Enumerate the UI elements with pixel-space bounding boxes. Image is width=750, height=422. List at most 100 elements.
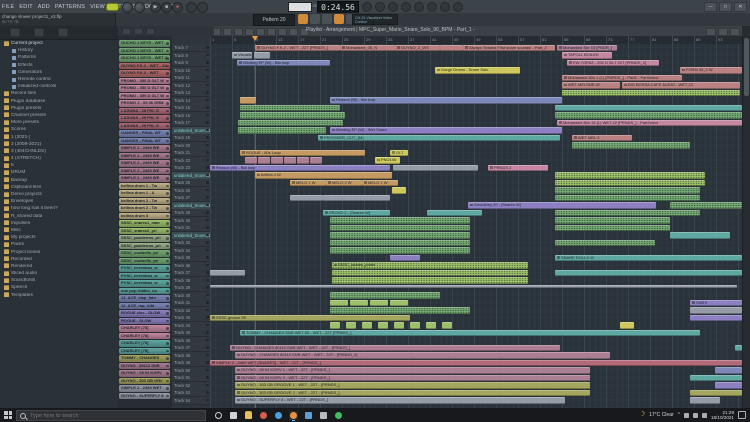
playlist-clip[interactable]: MELO 1 W: [362, 180, 398, 187]
channel-mute-led[interactable]: [166, 395, 169, 398]
playlist-clip[interactable]: [330, 292, 440, 299]
channel-button[interactable]: ROGUE - SLOW: [119, 318, 170, 325]
playlist-clip[interactable]: [210, 270, 245, 277]
channel-button[interactable]: GUCHO 1 KEYS - WET 2: [119, 55, 170, 62]
playlist-clip[interactable]: SSSC groove 90: [210, 315, 410, 322]
playlist-clip[interactable]: [572, 142, 690, 149]
playlist-clip[interactable]: [394, 322, 404, 329]
playlist-clip[interactable]: GUYNO - CHANGES 80110 SNR WET - WET - 22…: [235, 352, 610, 359]
channel-mute-led[interactable]: [166, 230, 169, 233]
playlist-clip[interactable]: [390, 255, 420, 262]
channel-button[interactable]: SSSC_cowbells_pri: [119, 250, 170, 257]
playlist-clip[interactable]: ROGUE - 80s Loop: [240, 150, 365, 157]
playlist-clip[interactable]: GUYNO - 08 04 KGRV 1 - WET - 22T - [PRND…: [235, 367, 590, 374]
playlist-clip[interactable]: [240, 105, 340, 112]
playlist-clip[interactable]: [555, 270, 742, 277]
playlist-clip[interactable]: SNRS: [690, 300, 742, 307]
metronome-icon[interactable]: [427, 2, 437, 12]
channel-mute-led[interactable]: [166, 215, 169, 218]
playlist-clip[interactable]: [310, 157, 322, 164]
track-mute-icon[interactable]: [206, 181, 209, 184]
playlist-clip[interactable]: [271, 157, 283, 164]
track-header-lock-icon[interactable]: [134, 28, 143, 35]
volume-mixer-icon[interactable]: [319, 411, 328, 420]
playlist-clip[interactable]: [240, 97, 256, 104]
channel-button[interactable]: SSSC_pandeiros_pri: [119, 235, 170, 242]
channel-mute-led[interactable]: [166, 260, 169, 263]
playlist-clip[interactable]: Mohawked Snr 15 [PNDR_]: [557, 45, 617, 52]
playlist-clip[interactable]: [715, 367, 742, 374]
channel-mute-led[interactable]: [166, 252, 169, 255]
channel-mute-led[interactable]: [166, 132, 169, 135]
menu-edit[interactable]: EDIT: [19, 4, 32, 10]
channel-button[interactable]: ROGUE elec - SLOW: [119, 310, 170, 317]
channel-button[interactable]: PROMO - 350 D GLT W: [119, 85, 170, 92]
channel-mute-led[interactable]: [166, 357, 169, 360]
slice-tool-icon[interactable]: [267, 28, 276, 36]
track-mute-icon[interactable]: [206, 204, 209, 207]
track-mute-icon[interactable]: [206, 211, 209, 214]
track-header-menu-icon[interactable]: [122, 28, 131, 35]
playlist-clip[interactable]: [254, 52, 270, 59]
playlist-clip[interactable]: [555, 240, 655, 247]
menu-file[interactable]: FILE: [2, 4, 14, 10]
playlist-clip[interactable]: [690, 390, 742, 397]
playlist-clip[interactable]: [332, 270, 528, 277]
playlist-clip[interactable]: [410, 322, 420, 329]
browser-item[interactable]: Sliced audio: [0, 270, 118, 277]
browser-item[interactable]: Packs: [0, 241, 118, 248]
channel-button[interactable]: 12_ACE_clap_fabr: [119, 295, 170, 302]
track-mute-icon[interactable]: [206, 376, 209, 379]
channel-button[interactable]: bellina drum 3: [119, 213, 170, 220]
browser-item[interactable]: Effects: [0, 62, 118, 69]
start-button[interactable]: [4, 411, 12, 419]
track-mute-icon[interactable]: [206, 369, 209, 372]
channel-mute-led[interactable]: [166, 275, 169, 278]
channel-mute-led[interactable]: [166, 117, 169, 120]
playlist-clip[interactable]: [284, 157, 296, 164]
tray-pen-icon[interactable]: [684, 413, 689, 418]
track-mute-icon[interactable]: [206, 316, 209, 319]
browser-item[interactable]: Plugin presets: [0, 105, 118, 112]
track-mute-icon[interactable]: [206, 271, 209, 274]
playlist-clip[interactable]: [442, 322, 452, 329]
playlist-clip[interactable]: Always Twisted First snare sounds! - Par…: [463, 45, 555, 52]
playlist-clip[interactable]: bellina 4 W: [255, 172, 392, 179]
browser-tab-samples-icon[interactable]: [58, 28, 68, 37]
track-mute-icon[interactable]: [206, 399, 209, 402]
playlist-clip[interactable]: [330, 217, 470, 224]
track-mute-icon[interactable]: [206, 129, 209, 132]
browser-item[interactable]: History: [0, 47, 118, 54]
track-mute-icon[interactable]: [206, 226, 209, 229]
playlist-clip[interactable]: [238, 120, 343, 127]
playlist-clip[interactable]: [245, 157, 257, 164]
browser-item[interactable]: R_shared data: [0, 213, 118, 220]
track-mute-icon[interactable]: [206, 114, 209, 117]
track-mute-icon[interactable]: [206, 151, 209, 154]
playlist-clip[interactable]: [362, 322, 372, 329]
playlist-clip[interactable]: [346, 322, 356, 329]
taskbar-clock[interactable]: 21:29 18/10/2021: [711, 410, 734, 420]
channel-button[interactable]: SSSC_snares2_pri: [119, 228, 170, 235]
track-mute-icon[interactable]: [206, 69, 209, 72]
track-mute-icon[interactable]: [206, 219, 209, 222]
track-mute-icon[interactable]: [206, 121, 209, 124]
select-tool-icon[interactable]: [278, 28, 287, 36]
track-mute-icon[interactable]: [206, 361, 209, 364]
track-mute-icon[interactable]: [206, 279, 209, 282]
spotify-icon[interactable]: [334, 411, 343, 420]
channel-button[interactable]: bellina drum 2 - Tw: [119, 198, 170, 205]
channel-button[interactable]: bellina drum 1 - A: [119, 190, 170, 197]
file-explorer-icon[interactable]: [244, 411, 253, 420]
track-mute-icon[interactable]: [206, 106, 209, 109]
channel-button[interactable]: CHARLEY [78]: [119, 348, 170, 355]
track-mute-icon[interactable]: [206, 294, 209, 297]
channel-button[interactable]: PROMO 2 - 05 06 GRM: [119, 100, 170, 107]
track-mute-icon[interactable]: [206, 136, 209, 139]
playlist-clip[interactable]: [210, 285, 737, 288]
playlist-clip[interactable]: GUYNO - 303 GB GROOVE 1 - WET - 22T - [P…: [235, 382, 590, 389]
playlist-clip[interactable]: [330, 240, 470, 247]
playlist-clip[interactable]: MELO 2 W: [326, 180, 362, 187]
channel-mute-led[interactable]: [166, 207, 169, 210]
track-mute-icon[interactable]: [206, 241, 209, 244]
